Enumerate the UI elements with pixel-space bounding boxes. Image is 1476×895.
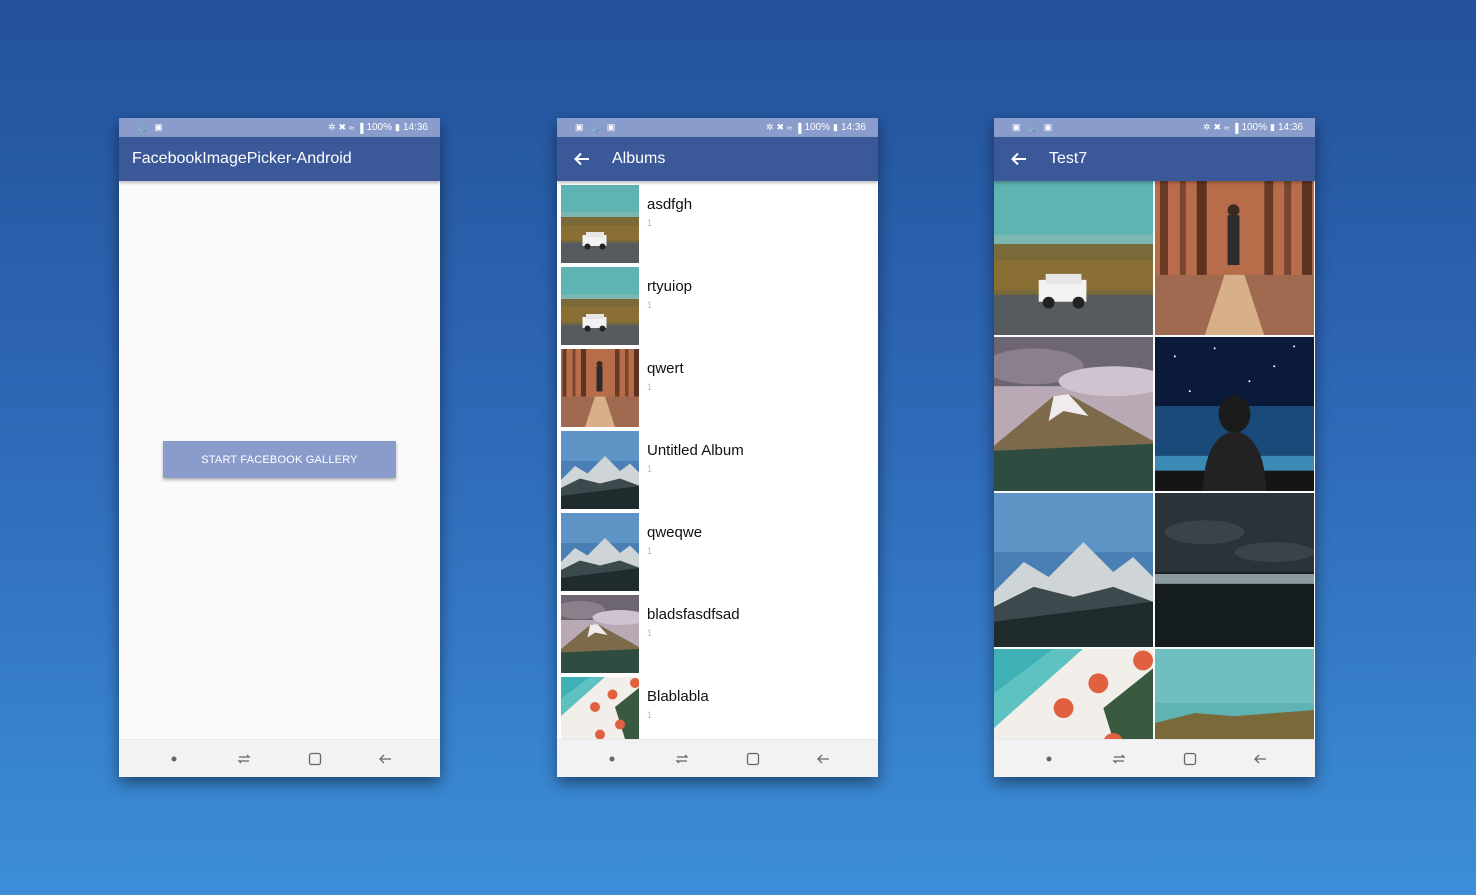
home-icon[interactable] xyxy=(1175,747,1205,771)
photo-cell[interactable] xyxy=(994,181,1153,335)
album-photo-count: 1 xyxy=(647,464,653,474)
status-bar: ▣ ⚓ ▣ ✲ ✖ ≈ ▐ 100% ▮ 14:36 xyxy=(994,118,1315,137)
album-name: qwert xyxy=(647,360,684,377)
album-item[interactable]: Blablabla 1 xyxy=(557,673,878,739)
page-title: Albums xyxy=(612,150,666,167)
usb-icon: ⚓ xyxy=(137,122,149,132)
mute-icon: ✖ xyxy=(338,122,347,132)
album-thumbnail xyxy=(561,595,639,673)
album-item[interactable]: Untitled Album 1 xyxy=(557,427,878,509)
album-name: Blablabla xyxy=(647,688,709,705)
album-item[interactable]: rtyuiop 1 xyxy=(557,263,878,345)
app-toolbar: Albums xyxy=(557,137,878,181)
nav-dot-icon[interactable] xyxy=(597,747,627,771)
wifi-icon: ≈ xyxy=(787,122,793,133)
battery-percent: 100% xyxy=(1241,122,1268,133)
mute-icon: ✖ xyxy=(776,122,785,132)
nav-dot-icon[interactable] xyxy=(1034,747,1064,771)
home-icon[interactable] xyxy=(738,747,768,771)
signal-icon: ▐ xyxy=(795,122,802,133)
battery-percent: 100% xyxy=(804,122,831,133)
album-photo-count: 1 xyxy=(647,628,653,638)
photo-cell[interactable] xyxy=(1155,649,1314,739)
album-photo-count: 1 xyxy=(647,546,653,556)
album-thumbnail xyxy=(561,431,639,509)
album-photo-count: 1 xyxy=(647,710,653,720)
album-photo-count: 1 xyxy=(647,218,653,228)
page-title: FacebookImagePicker-Android xyxy=(132,150,352,167)
mute-icon: ✖ xyxy=(1213,122,1222,132)
app-toolbar: FacebookImagePicker-Android xyxy=(119,137,440,181)
album-thumbnail xyxy=(561,349,639,427)
album-name: asdfgh xyxy=(647,196,693,213)
nav-bar xyxy=(119,739,440,777)
gallery-notification-icon: ▣ xyxy=(575,122,584,132)
album-item[interactable]: asdfgh 1 xyxy=(557,181,878,263)
back-arrow-icon[interactable] xyxy=(1009,149,1029,169)
status-time: 14:36 xyxy=(402,122,428,133)
album-name: qweqwe xyxy=(647,524,703,541)
photo-grid[interactable] xyxy=(994,181,1315,739)
page-title: Test7 xyxy=(1049,150,1088,167)
nav-dot-icon[interactable] xyxy=(159,747,189,771)
phone-screen-albums: ▣ ⚓ ▣ ✲ ✖ ≈ ▐ 100% ▮ 14:36 Albums asdfgh 1… xyxy=(557,118,878,777)
phone-screen-album-photos: ▣ ⚓ ▣ ✲ ✖ ≈ ▐ 100% ▮ 14:36 Test7 xyxy=(994,118,1315,777)
recent-apps-icon[interactable] xyxy=(667,747,697,771)
status-time: 14:36 xyxy=(840,122,866,133)
album-item[interactable]: qweqwe 1 xyxy=(557,509,878,591)
battery-icon: ▮ xyxy=(395,122,400,132)
album-thumbnail xyxy=(561,677,639,739)
photo-cell[interactable] xyxy=(994,493,1153,647)
usb-icon: ⚓ xyxy=(1026,122,1038,132)
back-nav-icon[interactable] xyxy=(370,747,400,771)
home-icon[interactable] xyxy=(300,747,330,771)
album-photo-count: 1 xyxy=(647,382,653,392)
status-bar: ▣ ⚓ ▣ ✲ ✖ ≈ ▐ 100% ▮ 14:36 xyxy=(557,118,878,137)
signal-icon: ▐ xyxy=(357,122,364,133)
gallery-notification-icon: ▣ xyxy=(1043,122,1053,132)
bluetooth-icon: ✲ xyxy=(766,122,774,132)
album-name: rtyuiop xyxy=(647,278,693,295)
usb-icon: ⚓ xyxy=(589,122,601,132)
photo-cell[interactable] xyxy=(1155,181,1314,335)
photo-cell[interactable] xyxy=(994,337,1153,491)
battery-percent: 100% xyxy=(366,122,393,133)
battery-icon: ▮ xyxy=(1270,122,1275,132)
wifi-icon: ≈ xyxy=(349,122,355,133)
photo-cell[interactable] xyxy=(1155,337,1314,491)
back-nav-icon[interactable] xyxy=(808,747,838,771)
nav-bar xyxy=(557,739,878,777)
album-thumbnail xyxy=(561,267,639,345)
recent-apps-icon[interactable] xyxy=(229,747,259,771)
start-facebook-gallery-button[interactable]: START FACEBOOK GALLERY xyxy=(163,441,396,478)
wifi-icon: ≈ xyxy=(1224,122,1230,133)
album-thumbnail xyxy=(561,513,639,591)
album-name: bladsfasdfsad xyxy=(647,606,740,623)
bluetooth-icon: ✲ xyxy=(328,122,336,132)
bluetooth-icon: ✲ xyxy=(1203,122,1211,132)
app-toolbar: Test7 xyxy=(994,137,1315,181)
photo-cell[interactable] xyxy=(994,649,1153,739)
album-item[interactable]: bladsfasdfsad 1 xyxy=(557,591,878,673)
gallery-notification-icon: ▣ xyxy=(154,122,163,132)
gallery-notification-icon: ▣ xyxy=(1012,122,1021,132)
status-bar: ⚓ ▣ ✲ ✖ ≈ ▐ 100% ▮ 14:36 xyxy=(119,118,440,137)
photo-cell[interactable] xyxy=(1155,493,1314,647)
gallery-notification-icon: ▣ xyxy=(606,122,616,132)
nav-bar xyxy=(994,739,1315,777)
back-arrow-icon[interactable] xyxy=(572,149,592,169)
album-item[interactable]: qwert 1 xyxy=(557,345,878,427)
album-list[interactable]: asdfgh 1 rtyuiop 1 qwert 1 Untitled Albu… xyxy=(557,181,878,739)
album-thumbnail xyxy=(561,185,639,263)
phone-screen-home: ⚓ ▣ ✲ ✖ ≈ ▐ 100% ▮ 14:36 FacebookImagePic… xyxy=(119,118,440,777)
status-time: 14:36 xyxy=(1277,122,1303,133)
signal-icon: ▐ xyxy=(1232,122,1239,133)
recent-apps-icon[interactable] xyxy=(1104,747,1134,771)
back-nav-icon[interactable] xyxy=(1245,747,1275,771)
battery-icon: ▮ xyxy=(833,122,838,132)
album-name: Untitled Album xyxy=(647,442,744,459)
album-photo-count: 1 xyxy=(647,300,653,310)
